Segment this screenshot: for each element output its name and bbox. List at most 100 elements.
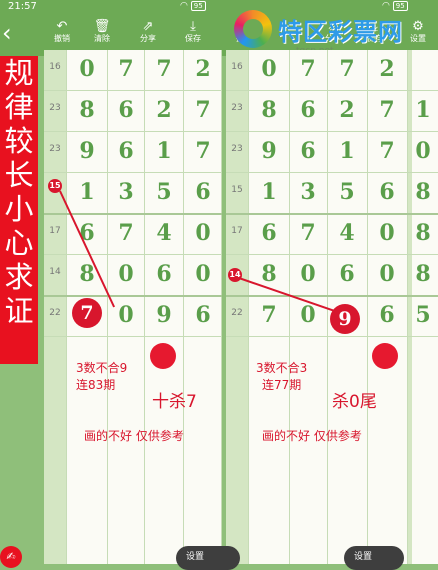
red-dot xyxy=(150,343,176,369)
digit-cell: 1 xyxy=(261,179,277,205)
row-number: 22 xyxy=(231,308,243,318)
download-icon: ⤓ xyxy=(190,19,196,34)
digit-cell: 8 xyxy=(79,97,95,123)
undo-button[interactable]: ↶ 撤销 xyxy=(44,20,80,44)
digit-cell: 0 xyxy=(118,302,134,328)
share-icon: ⇗ xyxy=(142,19,154,34)
banner-char: 心 xyxy=(4,226,34,260)
settings-button[interactable]: 设置 xyxy=(176,546,240,570)
digit-cell: 8 xyxy=(79,261,95,287)
edge-digit: 1 xyxy=(415,97,431,123)
digit-cell: 6 xyxy=(118,97,134,123)
digit-cell: 0 xyxy=(261,56,277,82)
digit-cell: 7 xyxy=(195,97,211,123)
digit-cell: 6 xyxy=(261,220,277,246)
banner-char: 律 xyxy=(4,90,34,124)
row-number: 14 xyxy=(49,267,61,277)
note-line-2: 连83期 xyxy=(76,378,116,392)
digit-cell: 1 xyxy=(79,179,95,205)
banner-char: 较 xyxy=(4,124,34,158)
digit-cell: 2 xyxy=(156,97,172,123)
red-dot-2 xyxy=(372,343,398,369)
digit-cell: 6 xyxy=(156,261,172,287)
edge-digit: 8 xyxy=(415,220,431,246)
save-button[interactable]: ⤓ 保存 xyxy=(175,20,211,44)
digit-cell: 1 xyxy=(156,138,172,164)
number-marker-2: 9 xyxy=(330,304,360,334)
share-button[interactable]: ⇗ 分享 xyxy=(130,20,166,44)
pen-icon[interactable]: ✍ xyxy=(0,546,22,568)
status-time: 21:57 xyxy=(8,1,37,12)
gear-icon: ⚙ xyxy=(412,19,424,34)
row-number: 17 xyxy=(231,226,243,236)
left-trend-panel: 1607722386272396171356176740148060227096… xyxy=(44,50,222,564)
row-number: 23 xyxy=(49,144,61,154)
digit-cell: 6 xyxy=(300,138,316,164)
digit-cell: 6 xyxy=(379,302,395,328)
digit-cell: 0 xyxy=(195,220,211,246)
note-line-1: 3数不合9 xyxy=(76,361,128,375)
warning-banner: 规律较长小心求证 xyxy=(0,56,38,364)
banner-char: 小 xyxy=(4,192,34,226)
row-number: 17 xyxy=(49,226,61,236)
digit-cell: 7 xyxy=(156,56,172,82)
edge-digit: 0 xyxy=(415,138,431,164)
back-icon[interactable]: ‹ xyxy=(2,21,18,45)
note-line-2-right: 连77期 xyxy=(262,378,302,392)
number-marker: 7 xyxy=(72,298,102,328)
digit-cell: 4 xyxy=(339,220,355,246)
digit-cell: 7 xyxy=(300,56,316,82)
digit-cell: 6 xyxy=(195,179,211,205)
trash-icon: 🗑 xyxy=(93,19,111,34)
wifi-icon-2: ◠ xyxy=(382,1,390,11)
banner-char: 证 xyxy=(4,294,34,328)
digit-cell: 4 xyxy=(156,220,172,246)
battery-icon: 95 xyxy=(190,1,206,11)
digit-cell: 0 xyxy=(79,56,95,82)
row-number: 23 xyxy=(49,103,61,113)
note-kill: 十杀7 xyxy=(152,392,197,412)
note-line-1-right: 3数不合3 xyxy=(256,361,308,375)
row-number: 23 xyxy=(231,103,243,113)
right-trend-panel: 16 0 7 7 2 23 8 6 2 7 1 23 9 6 1 7 0 15 1 3 5 6 8 17 6 7 4 0 8 8 0 6 0 8 2… xyxy=(226,50,438,564)
digit-cell: 7 xyxy=(379,138,395,164)
note-kill-right: 杀0尾 xyxy=(332,392,377,412)
footer-note-right: 画的不好 仅供参考 xyxy=(262,429,362,443)
digit-cell: 6 xyxy=(195,302,211,328)
undo-icon: ↶ xyxy=(56,19,68,34)
digit-cell: 6 xyxy=(118,138,134,164)
digit-cell: 6 xyxy=(300,97,316,123)
digit-cell: 7 xyxy=(300,220,316,246)
digit-cell: 7 xyxy=(118,56,134,82)
row-marker: 15 xyxy=(48,179,62,193)
digit-cell: 7 xyxy=(339,56,355,82)
digit-cell: 9 xyxy=(79,138,95,164)
digit-cell: 3 xyxy=(300,179,316,205)
row-number: 22 xyxy=(49,308,61,318)
digit-cell: 7 xyxy=(195,138,211,164)
row-number: 16 xyxy=(231,62,243,72)
edge-digit: 8 xyxy=(415,261,431,287)
digit-cell: 0 xyxy=(300,261,316,287)
digit-cell: 9 xyxy=(261,138,277,164)
logo-text: 特区彩票网 xyxy=(278,18,403,46)
row-number: 15 xyxy=(231,185,243,195)
banner-char: 规 xyxy=(4,56,34,90)
banner-char: 长 xyxy=(4,158,34,192)
status-icons-left: ◠ 95 xyxy=(180,1,206,11)
battery-icon-2: 95 xyxy=(392,1,408,11)
clear-button[interactable]: 🗑 清除 xyxy=(84,20,120,44)
digit-cell: 0 xyxy=(379,220,395,246)
digit-cell: 5 xyxy=(156,179,172,205)
status-icons-right: ◠ 95 xyxy=(382,1,408,11)
digit-cell: 7 xyxy=(379,97,395,123)
edge-digit: 8 xyxy=(415,179,431,205)
row-marker-2: 14 xyxy=(228,268,242,282)
digit-cell: 7 xyxy=(261,302,277,328)
digit-cell: 7 xyxy=(118,220,134,246)
digit-cell: 6 xyxy=(339,261,355,287)
digit-cell: 0 xyxy=(379,261,395,287)
edge-digit: 5 xyxy=(415,302,431,328)
settings-button-top[interactable]: ⚙ 设置 xyxy=(400,20,436,44)
settings-button-2[interactable]: 设置 xyxy=(344,546,404,570)
